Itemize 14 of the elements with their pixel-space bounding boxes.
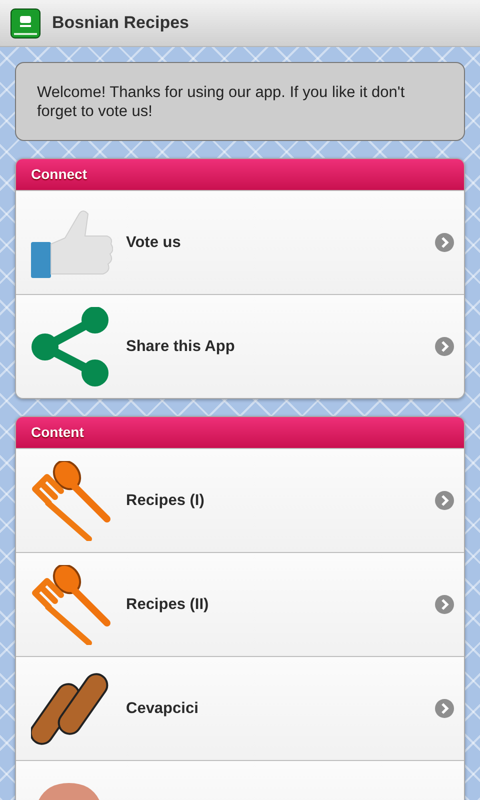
menu-row[interactable]: Share this App: [16, 294, 464, 398]
menu-row[interactable]: Recipes (II): [16, 552, 464, 656]
row-label: Vote us: [126, 234, 182, 252]
menu-row[interactable]: Recipes (I): [16, 448, 464, 552]
row-label: Cevapcici: [126, 700, 200, 718]
welcome-message: Welcome! Thanks for using our app. If you like it don't forget to vote us!: [15, 62, 465, 141]
row-label: Share this App: [126, 338, 236, 356]
menu-row[interactable]: Vote us: [16, 190, 464, 294]
app-title: Bosnian Recipes: [52, 13, 189, 33]
row-label: Recipes (II): [126, 596, 210, 614]
row-label: Recipes (I): [126, 492, 206, 510]
section-header: Content: [16, 417, 464, 448]
section-header: Connect: [16, 159, 464, 190]
menu-row[interactable]: Cevapcici: [16, 656, 464, 760]
